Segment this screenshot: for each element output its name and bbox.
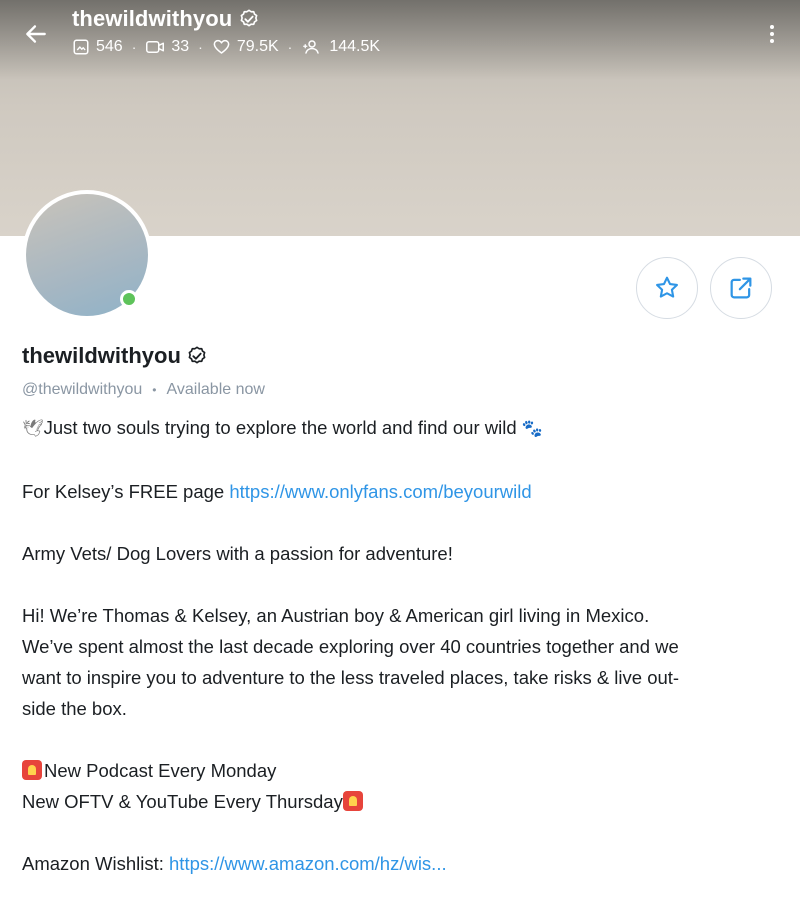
verified-badge-icon xyxy=(188,346,206,364)
photo-icon xyxy=(73,39,89,55)
bio-para-line-1: Hi! We’re Thomas & Kelsey, an Austrian b… xyxy=(22,605,650,626)
more-vertical-icon-dot xyxy=(770,39,774,43)
header-info: thewildwithyou 546 · 33 · 79.5K · 144.5K xyxy=(72,4,380,56)
bio-para-line-4: side the box. xyxy=(22,698,127,719)
verified-badge-icon xyxy=(240,9,258,27)
profile-section: thewildwithyou @thewildwithyou • Availab… xyxy=(22,338,782,879)
stat-videos-value: 33 xyxy=(171,38,190,55)
stat-fans-value: 144.5K xyxy=(329,38,381,55)
free-page-link[interactable]: https://www.onlyfans.com/beyourwild xyxy=(229,481,531,502)
more-vertical-icon xyxy=(770,25,774,29)
bio-wishlist-label: Amazon Wishlist: xyxy=(22,853,164,874)
stat-likes: 79.5K xyxy=(212,38,279,56)
bio-oftv: New OFTV & YouTube Every Thursday xyxy=(22,791,343,812)
bio-para-line-2: We’ve spent almost the last decade explo… xyxy=(22,636,679,657)
profile-bio: 🕊Just two souls trying to explore the wo… xyxy=(22,412,782,879)
availability-status: Available now xyxy=(166,381,265,398)
dove-emoji: 🕊 xyxy=(22,419,44,439)
handle-separator: • xyxy=(152,383,157,397)
back-button[interactable] xyxy=(20,18,52,50)
stat-posts-value: 546 xyxy=(96,38,123,55)
header-username: thewildwithyou xyxy=(72,6,233,31)
video-icon xyxy=(146,41,165,53)
fans-icon xyxy=(303,40,320,54)
wishlist-link[interactable]: https://www.amazon.com/hz/wis... xyxy=(169,853,447,874)
profile-handle: @thewildwithyou xyxy=(22,381,143,398)
heart-icon xyxy=(213,39,230,54)
stat-separator: · xyxy=(198,39,203,55)
stat-fans: 144.5K xyxy=(301,38,380,56)
bio-line-vets: Army Vets/ Dog Lovers with a passion for… xyxy=(22,543,453,564)
bio-free-page-label: For Kelsey’s FREE page xyxy=(22,481,225,502)
paw-prints-emoji: 🐾 xyxy=(521,419,543,439)
stat-videos: 33 xyxy=(145,38,189,56)
star-icon xyxy=(656,276,678,298)
more-vertical-icon-dot xyxy=(770,32,774,36)
share-icon xyxy=(730,277,752,299)
siren-emoji xyxy=(342,791,363,811)
stat-separator: · xyxy=(131,39,137,55)
stat-likes-value: 79.5K xyxy=(236,38,279,55)
online-status-indicator xyxy=(120,290,138,308)
back-arrow-icon xyxy=(26,25,46,43)
siren-emoji xyxy=(22,760,42,780)
bio-line-intro: Just two souls trying to explore the wor… xyxy=(43,417,517,438)
share-button[interactable] xyxy=(710,257,772,319)
stat-posts: 546 xyxy=(72,38,123,56)
add-to-favorites-button[interactable] xyxy=(636,257,698,319)
bio-para-line-3: want to inspire you to adventure to the … xyxy=(22,667,680,688)
profile-name: thewildwithyou xyxy=(22,343,181,368)
header-stats: 546 · 33 · 79.5K · 144.5K xyxy=(72,38,380,56)
stat-separator: · xyxy=(287,39,293,55)
more-options-button[interactable] xyxy=(764,18,780,50)
bio-podcast: New Podcast Every Monday xyxy=(44,760,277,781)
